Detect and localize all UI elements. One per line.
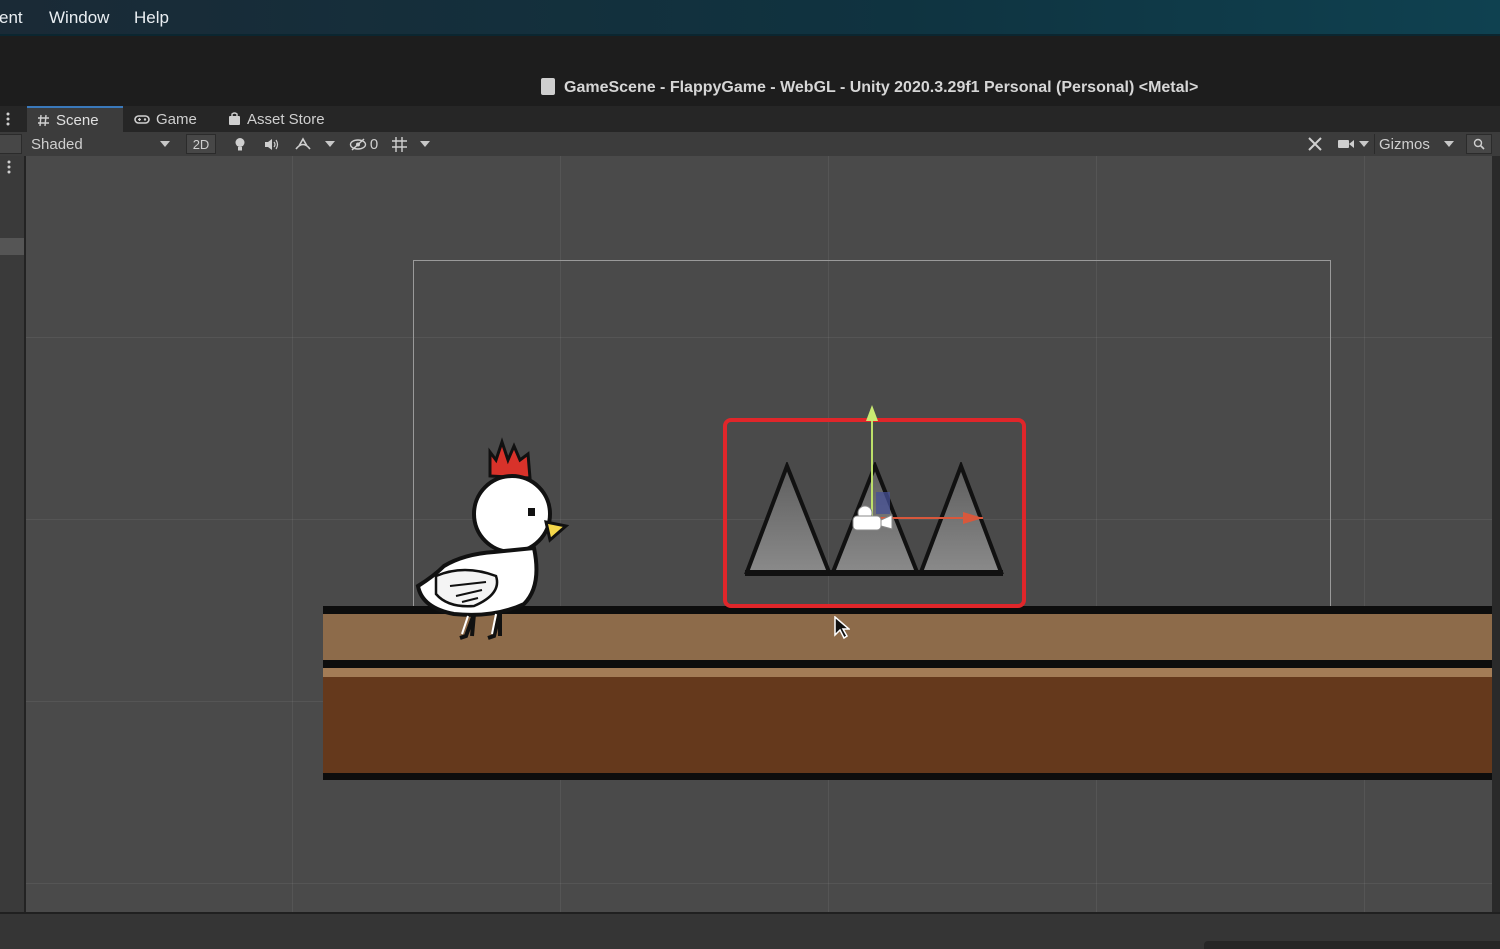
tab-label: Scene — [56, 111, 99, 129]
lighting-toggle[interactable] — [230, 134, 250, 154]
editor-tab-bar: Scene Game Asset Store — [0, 106, 1500, 132]
window-title: GameScene - FlappyGame - WebGL - Unity 2… — [564, 79, 1199, 96]
bottom-status-bar — [0, 912, 1500, 949]
grid-toggle[interactable] — [388, 134, 410, 154]
scene-viewport[interactable] — [26, 156, 1492, 912]
camera-icon — [1338, 140, 1354, 148]
camera-gizmo-icon[interactable] — [850, 504, 896, 534]
effects-dropdown[interactable] — [323, 134, 337, 154]
ground-dirt — [323, 677, 1492, 773]
tab-scene[interactable]: Scene — [27, 106, 123, 132]
visibility-icon — [349, 137, 367, 151]
bottom-scroll-indicator[interactable] — [1204, 941, 1500, 949]
chevron-down-icon — [420, 141, 430, 147]
menu-item-window[interactable]: Window — [49, 8, 109, 28]
lighting-icon — [235, 137, 245, 150]
right-panel-edge — [1492, 156, 1500, 912]
mouse-cursor-icon — [834, 616, 850, 640]
2d-toggle-button[interactable]: 2D — [186, 134, 216, 154]
y-axis-arrow-icon[interactable] — [865, 404, 879, 422]
scene-file-icon — [541, 78, 555, 95]
bag-icon — [229, 112, 240, 125]
panel-menu-icon[interactable] — [6, 112, 10, 126]
search-icon — [1473, 138, 1485, 150]
x-axis-arrow-icon[interactable] — [962, 511, 984, 525]
chicken-sprite[interactable] — [414, 436, 574, 646]
ground-outline-bottom — [323, 773, 1492, 780]
2d-label: 2D — [192, 136, 210, 152]
menu-bar: ent Window Help — [0, 0, 1500, 36]
chevron-down-icon — [1359, 141, 1369, 147]
chevron-down-icon — [325, 141, 335, 147]
draw-mode-dropdown[interactable]: Shaded — [26, 134, 176, 154]
scene-toolbar: Shaded 2D 0 Gizmos — [0, 132, 1500, 157]
gizmos-label: Gizmos — [1379, 135, 1430, 153]
tab-label: Asset Store — [247, 110, 325, 128]
hidden-objects-toggle[interactable]: 0 — [345, 134, 382, 154]
scene-search-field[interactable] — [1466, 134, 1492, 154]
hidden-count: 0 — [369, 135, 379, 153]
ground-stripe — [323, 668, 1492, 677]
panel-menu-icon[interactable] — [7, 160, 11, 174]
tab-label: Game — [156, 110, 197, 128]
tab-asset-store[interactable]: Asset Store — [218, 106, 342, 132]
audio-icon — [265, 138, 279, 150]
camera-dropdown[interactable] — [1358, 134, 1370, 154]
draw-mode-label: Shaded — [31, 135, 83, 153]
chevron-down-icon — [160, 141, 170, 147]
tools-toggle[interactable] — [1305, 134, 1325, 154]
effects-icon — [295, 137, 311, 150]
left-dock-panel — [0, 156, 26, 912]
tab-game[interactable]: Game — [124, 106, 214, 132]
grid-icon — [391, 136, 407, 152]
gizmos-dropdown[interactable]: Gizmos — [1374, 134, 1458, 154]
chevron-down-icon — [1444, 141, 1454, 147]
camera-settings-button[interactable] — [1336, 134, 1356, 154]
hash-icon — [38, 114, 49, 126]
ground-outline-mid — [323, 660, 1492, 668]
panel-selected-row[interactable] — [0, 238, 24, 255]
audio-toggle[interactable] — [262, 134, 282, 154]
menu-item-help[interactable]: Help — [134, 8, 169, 28]
effects-toggle[interactable] — [292, 134, 314, 154]
gamepad-icon — [134, 114, 150, 124]
menu-item-partial[interactable]: ent — [0, 8, 23, 28]
title-bar: GameScene - FlappyGame - WebGL - Unity 2… — [0, 36, 1500, 138]
toolbar-stub[interactable] — [0, 134, 22, 154]
grid-dropdown[interactable] — [418, 134, 432, 154]
tools-icon — [1308, 137, 1322, 151]
